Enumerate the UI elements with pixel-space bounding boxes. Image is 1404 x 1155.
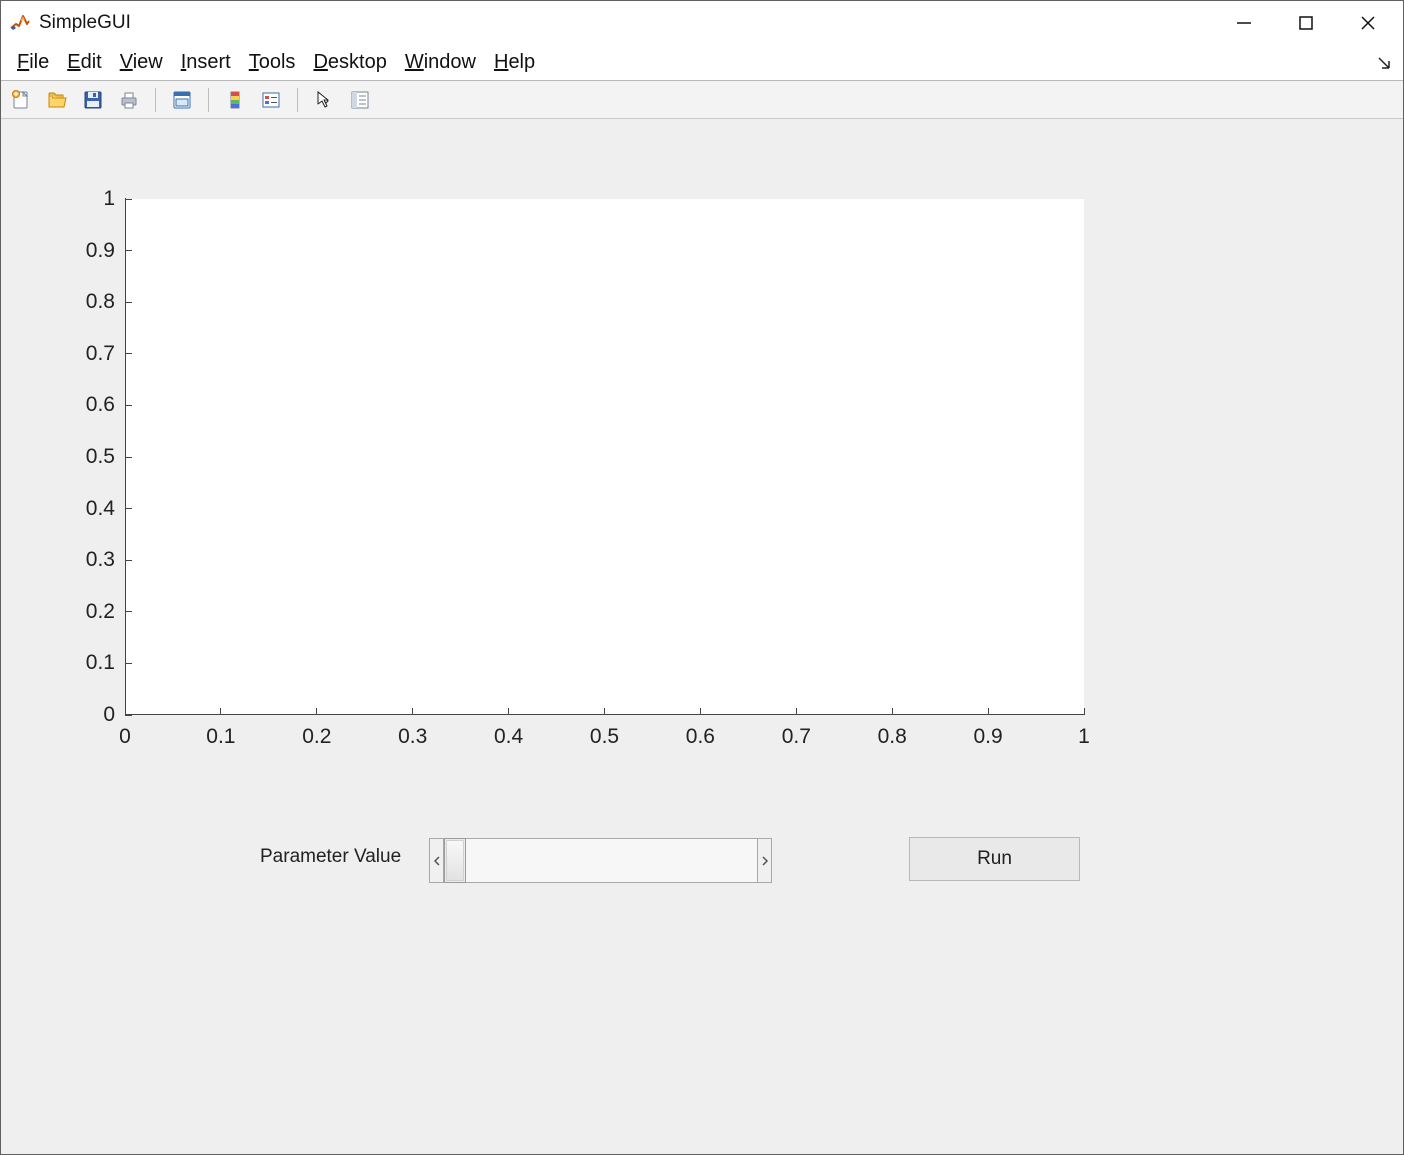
property-inspector-button[interactable] <box>346 86 374 114</box>
y-tick-label: 0.5 <box>55 445 115 469</box>
y-tick <box>125 405 132 406</box>
parameter-label: Parameter Value <box>260 846 401 868</box>
figure-canvas: Parameter Value Run 0 0.1 0.2 0.3 0.4 0.5 0.6 0… <box>1 119 1403 1154</box>
axes[interactable] <box>125 199 1084 715</box>
window-title: SimpleGUI <box>39 12 131 34</box>
y-tick <box>125 302 132 303</box>
y-tick <box>125 611 132 612</box>
toolbar-separator <box>297 88 298 112</box>
edit-plot-button[interactable] <box>310 86 338 114</box>
x-tick-label: 1 <box>1078 725 1090 749</box>
y-tick <box>125 560 132 561</box>
menu-view[interactable]: View <box>112 49 173 76</box>
y-tick-label: 0 <box>55 703 115 727</box>
y-tick-label: 0.6 <box>55 393 115 417</box>
x-tick <box>796 708 797 715</box>
x-tick <box>892 708 893 715</box>
x-tick <box>988 708 989 715</box>
menu-file[interactable]: File <box>9 49 59 76</box>
toolbar-separator <box>155 88 156 112</box>
toolbar-separator <box>208 88 209 112</box>
y-tick <box>125 508 132 509</box>
menu-insert[interactable]: Insert <box>173 49 241 76</box>
x-tick <box>220 708 221 715</box>
x-tick <box>508 708 509 715</box>
parameter-slider[interactable] <box>429 838 772 883</box>
y-tick <box>125 457 132 458</box>
y-tick-label: 0.1 <box>55 651 115 675</box>
slider-left-arrow[interactable] <box>429 838 444 883</box>
x-tick <box>412 708 413 715</box>
x-tick <box>700 708 701 715</box>
y-tick-label: 0.9 <box>55 239 115 263</box>
open-button[interactable] <box>43 86 71 114</box>
y-tick <box>125 250 132 251</box>
dock-arrow-icon[interactable] <box>1377 56 1391 70</box>
x-tick-label: 0.5 <box>590 725 619 749</box>
y-tick-label: 0.3 <box>55 548 115 572</box>
y-tick-label: 0.2 <box>55 600 115 624</box>
x-tick-label: 0.6 <box>686 725 715 749</box>
menu-help[interactable]: Help <box>486 49 545 76</box>
run-button-label: Run <box>977 848 1012 870</box>
save-button[interactable] <box>79 86 107 114</box>
minimize-button[interactable] <box>1213 1 1275 45</box>
y-tick <box>125 715 132 716</box>
colorbar-button[interactable] <box>221 86 249 114</box>
x-tick-label: 0.7 <box>782 725 811 749</box>
new-file-button[interactable] <box>7 86 35 114</box>
x-tick-label: 0.3 <box>398 725 427 749</box>
figure-window: SimpleGUI File Edit View Insert Tools De… <box>0 0 1404 1155</box>
y-tick <box>125 199 132 200</box>
menu-window[interactable]: Window <box>397 49 486 76</box>
menu-desktop[interactable]: Desktop <box>305 49 396 76</box>
y-tick <box>125 663 132 664</box>
menu-tools[interactable]: Tools <box>241 49 306 76</box>
x-axis-line <box>125 714 1085 715</box>
menu-edit[interactable]: Edit <box>59 49 111 76</box>
x-tick-label: 0 <box>119 725 131 749</box>
y-tick-label: 0.4 <box>55 497 115 521</box>
slider-track[interactable] <box>444 838 757 883</box>
y-tick-label: 0.8 <box>55 290 115 314</box>
x-tick-label: 0.2 <box>302 725 331 749</box>
x-tick-label: 0.8 <box>878 725 907 749</box>
matlab-icon <box>9 12 31 34</box>
run-button[interactable]: Run <box>909 837 1080 881</box>
print-button[interactable] <box>115 86 143 114</box>
x-tick-label: 0.4 <box>494 725 523 749</box>
slider-thumb[interactable] <box>444 838 466 883</box>
link-axes-button[interactable] <box>168 86 196 114</box>
y-tick-label: 1 <box>55 187 115 211</box>
x-tick <box>316 708 317 715</box>
x-tick <box>1084 708 1085 715</box>
x-tick-label: 0.9 <box>973 725 1002 749</box>
x-tick-label: 0.1 <box>206 725 235 749</box>
maximize-button[interactable] <box>1275 1 1337 45</box>
slider-right-arrow[interactable] <box>757 838 772 883</box>
y-tick <box>125 353 132 354</box>
close-button[interactable] <box>1337 1 1399 45</box>
x-tick <box>604 708 605 715</box>
menubar: File Edit View Insert Tools Desktop Wind… <box>1 45 1403 81</box>
toolbar <box>1 81 1403 119</box>
titlebar: SimpleGUI <box>1 1 1403 45</box>
legend-button[interactable] <box>257 86 285 114</box>
y-tick-label: 0.7 <box>55 342 115 366</box>
